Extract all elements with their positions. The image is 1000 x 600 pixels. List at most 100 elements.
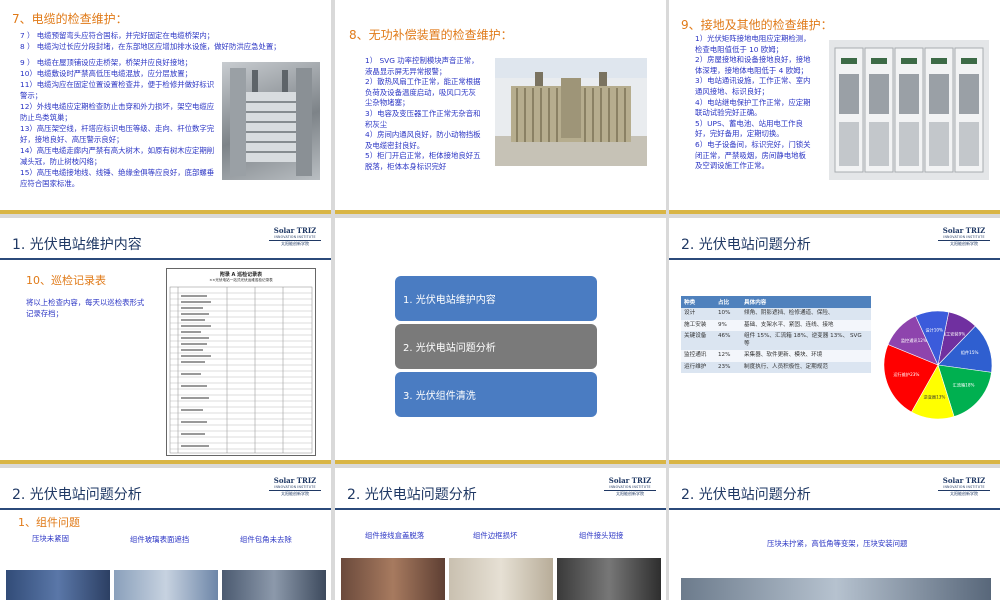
junction-photo: [341, 558, 445, 600]
slide-header: 1. 光伏电站维护内容: [12, 237, 142, 253]
slide-header: 2. 光伏电站问题分析: [681, 237, 811, 253]
column-header: 种类: [681, 296, 715, 308]
logo-line: 太阳能创新学院: [938, 240, 990, 247]
photo-label: 组件接线盒盖脱落: [365, 531, 425, 540]
table-header-row: 种类 占比 具体内容: [681, 296, 871, 308]
agenda-item-maintenance[interactable]: 1. 光伏电站维护内容: [395, 276, 597, 321]
text-line: 2）房屋接地和设备接地良好，接地体深埋，接地体电阻低于 4 欧姆；: [695, 55, 811, 75]
solar-triz-logo: Solar TRIZ INNOVATION INSTITUTE 太阳能创新学院: [938, 226, 990, 247]
text-line: 15）高压电缆接地线、线锤、绝缘金俱等应良好，底部螺垂应符合国家标准。: [20, 168, 215, 188]
logo-line: INNOVATION INSTITUTE: [943, 485, 985, 489]
issue-pie-chart: 施工安装9% 组件15% 汇流箱18% 逆变器13% 运行维护23% 监控通讯12% 设计1…: [883, 310, 993, 420]
slide-agenda[interactable]: 1. 光伏电站维护内容 2. 光伏电站问题分析 3. 光伏组件清洗: [335, 218, 666, 464]
cell-detail: 基础、支架水平、紧固、连线、接地: [741, 319, 871, 331]
slide-junction-issues[interactable]: 2. 光伏电站问题分析 Solar TRIZ INNOVATION INSTIT…: [335, 468, 666, 600]
pie-slice-label: 监控通讯12%: [901, 337, 927, 344]
cell-ratio: 12%: [715, 350, 741, 362]
table-title: 附录 A 巡检记录表: [219, 272, 263, 278]
footer-bar: [335, 460, 666, 464]
solar-triz-logo: Solar TRIZ INNOVATION INSTITUTE 太阳能创新学院: [269, 226, 321, 247]
logo-line: 太阳能创新学院: [604, 490, 656, 497]
text-line: 11）电缆沟应在固定位置设置检查井，便于检修并做好标识警示；: [20, 80, 215, 100]
text-line: 2）散热风扇工作正常，能正常根据负荷及设备温度启动，吸风口无灰尘杂物堵塞；: [365, 77, 481, 108]
text-line: 4）电站继电保护工作正常，应定期联动试验完好正确。: [695, 97, 811, 118]
logo-line: Solar TRIZ: [942, 476, 986, 485]
logo-line: 太阳能创新学院: [269, 240, 321, 247]
slide-cable-maintenance[interactable]: 7、电缆的检查维护： 7 ） 电缆预留弯头应符合国标，并完好固定在电缆桥架内； …: [0, 0, 331, 214]
slide-header: 2. 光伏电站问题分析: [347, 487, 477, 503]
header-divider: [669, 508, 1000, 510]
slide-inspection-record[interactable]: 1. 光伏电站维护内容 Solar TRIZ INNOVATION INSTIT…: [0, 218, 331, 464]
text-line: 1） SVG 功率控制模块声音正常，液晶显示屏无异常报警；: [365, 56, 479, 76]
logo-line: INNOVATION INSTITUTE: [274, 235, 316, 239]
slide-svg-maintenance[interactable]: 8、无功补偿装置的检查维护： 1） SVG 功率控制模块声音正常，液晶显示屏无异…: [335, 0, 666, 214]
agenda-item-analysis[interactable]: 2. 光伏电站问题分析: [395, 324, 597, 369]
slide-title: 7、电缆的检查维护：: [12, 12, 128, 26]
slide-text: 将以上检查内容，每天以巡检表形式记录存档；: [26, 298, 145, 318]
cell-detail: 制度执行、人员积极性、定期规范: [741, 361, 871, 373]
solar-triz-logo: Solar TRIZ INNOVATION INSTITUTE 太阳能创新学院: [604, 476, 656, 497]
text-line: 14）高压电缆走廊内严禁有高大树木，如原有树木应定期削减头冠，防止树枝闪络；: [20, 146, 215, 166]
logo-line: INNOVATION INSTITUTE: [274, 485, 316, 489]
logo-line: 太阳能创新学院: [938, 490, 990, 497]
header-divider: [669, 258, 1000, 260]
solar-triz-logo: Solar TRIZ INNOVATION INSTITUTE 太阳能创新学院: [269, 476, 321, 497]
cell-detail: 采集器、软件更新、模块、环境: [741, 350, 871, 362]
text-line: 6）电子设备间，标识完好，门锁关闭正常，严禁吸烟，房间静电地板及空调设施工作正常…: [695, 139, 811, 171]
slide-problem-analysis[interactable]: 2. 光伏电站问题分析 Solar TRIZ INNOVATION INSTIT…: [669, 218, 1000, 464]
column-header: 具体内容: [741, 296, 871, 308]
slide-grounding-maintenance[interactable]: 9、接地及其他的检查维护： 1）光伏矩阵接地电阻应定期检测，检查电阻值低于 10…: [669, 0, 1000, 214]
cabinet-photo: [829, 40, 989, 180]
slide-header: 2. 光伏电站问题分析: [12, 487, 142, 503]
cell-kind: 施工安装: [681, 319, 715, 331]
text-line: 4）房间内通风良好，防小动物挡板及电缆密封良好。: [365, 130, 481, 150]
transformer-photo: [495, 58, 647, 166]
footer-bar: [335, 210, 666, 214]
text-line: 8 ） 电缆沟过长应分段封堵，在东部地区应增加排水设施，做好防洪应急处置；: [20, 42, 281, 51]
module-photo: [114, 570, 218, 600]
table-subtitle: ××光伏电站一站式光伏运维巡检记录表: [209, 278, 273, 282]
logo-line: 太阳能创新学院: [269, 490, 321, 497]
connector-photo: [557, 558, 661, 600]
cell-kind: 关键设备: [681, 331, 715, 350]
photo-label: 组件玻璃表面遮挡: [130, 535, 190, 544]
slide-header: 2. 光伏电站问题分析: [681, 487, 811, 503]
slide-clamp-issues[interactable]: 2. 光伏电站问题分析 Solar TRIZ INNOVATION INSTIT…: [669, 468, 1000, 600]
logo-line: INNOVATION INSTITUTE: [943, 235, 985, 239]
inspection-record-table: 附录 A 巡检记录表 ××光伏电站一站式光伏运维巡检记录表: [166, 268, 316, 456]
cell-ratio: 46%: [715, 331, 741, 350]
module-photo: [6, 570, 110, 600]
pie-slice-label: 设计10%: [925, 327, 943, 334]
slide-title: 9、接地及其他的检查维护：: [681, 18, 833, 32]
text-line: 3）电容及变压器工作正常无杂音和积灰尘: [365, 108, 481, 129]
cell-kind: 运行维护: [681, 361, 715, 373]
pie-slice-label: 运行维护23%: [893, 371, 919, 378]
table-row: 关键设备 46% 组件 15%、汇流箱 18%、逆变器 13%、 SVG 等: [681, 331, 871, 350]
slide-module-issues[interactable]: 2. 光伏电站问题分析 Solar TRIZ INNOVATION INSTIT…: [0, 468, 331, 600]
text-block: 1）光伏矩阵接地电阻应定期检测，检查电阻值低于 10 欧姆； 2）房屋接地和设备…: [695, 34, 813, 172]
solar-triz-logo: Solar TRIZ INNOVATION INSTITUTE 太阳能创新学院: [938, 476, 990, 497]
pie-slice-label: 逆变器13%: [924, 393, 946, 400]
cell-detail: 倾角、阴影遮挡、检修通道、保险、: [741, 308, 871, 320]
photo-label: 组件接头短接: [579, 531, 624, 540]
table-row: 施工安装 9% 基础、支架水平、紧固、连线、接地: [681, 319, 871, 331]
footer-bar: [669, 460, 1000, 464]
text-line: 7 ） 电缆预留弯头应符合国标，并完好固定在电缆桥架内；: [20, 31, 215, 40]
issue-table: 种类 占比 具体内容 设计 10% 倾角、阴影遮挡、检修通道、保险、 施工安装 …: [681, 296, 871, 373]
cell-kind: 监控通讯: [681, 350, 715, 362]
agenda-item-cleaning[interactable]: 3. 光伏组件清洗: [395, 372, 597, 417]
module-photo: [222, 570, 326, 600]
footer-bar: [0, 460, 331, 464]
slide-subtitle: 1、组件问题: [18, 516, 80, 529]
photo-label: 组件包角未去除: [240, 535, 292, 544]
header-divider: [0, 258, 331, 260]
logo-line: Solar TRIZ: [942, 226, 986, 235]
table-row: 设计 10% 倾角、阴影遮挡、检修通道、保险、: [681, 308, 871, 320]
text-line: 9 ） 电缆在屋顶铺设应走桥架，桥架并应良好接地；: [20, 58, 192, 67]
cable-tray-photo: [222, 62, 320, 180]
text-block-top: 7 ） 电缆预留弯头应符合国标，并完好固定在电缆桥架内； 8 ） 电缆沟过长应分…: [20, 30, 325, 52]
photo-label: 压块未紧固: [32, 534, 69, 543]
header-divider: [0, 508, 331, 510]
cell-ratio: 23%: [715, 361, 741, 373]
text-line: 3）电站通讯设施，工作正常、室内通风接地、标识良好；: [695, 76, 811, 96]
